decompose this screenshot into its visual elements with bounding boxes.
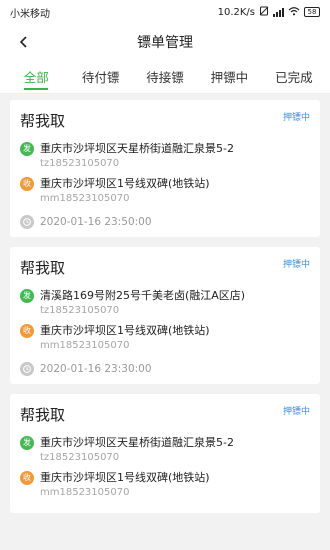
pickup-address: 重庆市沙坪坝区天星桥街道融汇泉景5-2 [40, 436, 234, 449]
chevron-left-icon [19, 36, 27, 48]
order-list: 帮我取 押镖中 发 重庆市沙坪坝区天星桥街道融汇泉景5-2 tz18523105… [0, 94, 330, 529]
delivery-location: 收 重庆市沙坪坝区1号线双碑(地铁站) mm18523105070 [20, 470, 310, 500]
carrier-name: 小米移动 [10, 8, 50, 20]
pickup-contact: tz18523105070 [40, 305, 120, 316]
clock-icon [20, 215, 34, 229]
wifi-icon [288, 6, 300, 19]
battery-icon: 58 [304, 7, 320, 17]
delivery-contact: mm18523105070 [40, 340, 130, 351]
tab-all[interactable]: 全部 [4, 60, 68, 93]
order-status-badge: 押镖中 [282, 113, 310, 123]
delivery-address: 重庆市沙坪坝区1号线双碑(地铁站) [40, 177, 210, 190]
pickup-address: 清溪路169号附25号千美老卤(融江A区店) [40, 289, 246, 302]
nav-bar: 镖单管理 [0, 24, 330, 60]
order-status-badge: 押镖中 [282, 260, 310, 270]
pickup-location: 发 清溪路169号附25号千美老卤(融江A区店) tz18523105070 [20, 288, 310, 318]
order-type: 帮我取 [20, 406, 66, 424]
order-type: 帮我取 [20, 259, 66, 277]
order-card[interactable]: 帮我取 押镖中 发 重庆市沙坪坝区天星桥街道融汇泉景5-2 tz18523105… [10, 394, 320, 513]
page-title: 镖单管理 [137, 35, 193, 51]
order-time: 2020-01-16 23:50:00 [40, 215, 152, 228]
order-card[interactable]: 帮我取 押镖中 发 清溪路169号附25号千美老卤(融江A区店) tz18523… [10, 247, 320, 384]
pickup-location: 发 重庆市沙坪坝区天星桥街道融汇泉景5-2 tz18523105070 [20, 141, 310, 171]
order-card[interactable]: 帮我取 押镖中 发 重庆市沙坪坝区天星桥街道融汇泉景5-2 tz18523105… [10, 100, 320, 237]
clock-icon [20, 362, 34, 376]
back-button[interactable] [10, 28, 38, 56]
order-type: 帮我取 [20, 112, 66, 130]
send-icon: 发 [20, 142, 34, 156]
pickup-contact: tz18523105070 [40, 158, 120, 169]
delivery-address: 重庆市沙坪坝区1号线双碑(地铁站) [40, 471, 210, 484]
order-time-row: 2020-01-16 23:50:00 [20, 214, 310, 229]
status-bar: 小米移动 10.2K/s 58 [0, 0, 330, 24]
delivery-location: 收 重庆市沙坪坝区1号线双碑(地铁站) mm18523105070 [20, 176, 310, 206]
delivery-location: 收 重庆市沙坪坝区1号线双碑(地铁站) mm18523105070 [20, 323, 310, 353]
network-speed: 10.2K/s [217, 6, 255, 18]
tab-pending-accept[interactable]: 待接镖 [133, 60, 197, 93]
delivery-contact: mm18523105070 [40, 487, 130, 498]
receive-icon: 收 [20, 471, 34, 485]
send-icon: 发 [20, 289, 34, 303]
receive-icon: 收 [20, 324, 34, 338]
pickup-contact: tz18523105070 [40, 452, 120, 463]
tab-in-delivery[interactable]: 押镖中 [197, 60, 261, 93]
status-indicators: 10.2K/s 58 [218, 6, 320, 19]
no-sim-icon [259, 6, 269, 19]
receive-icon: 收 [20, 177, 34, 191]
status-tabs: 全部 待付镖 待接镖 押镖中 已完成 [0, 60, 330, 94]
delivery-address: 重庆市沙坪坝区1号线双碑(地铁站) [40, 324, 210, 337]
pickup-address: 重庆市沙坪坝区天星桥街道融汇泉景5-2 [40, 142, 234, 155]
pickup-location: 发 重庆市沙坪坝区天星桥街道融汇泉景5-2 tz18523105070 [20, 435, 310, 465]
delivery-contact: mm18523105070 [40, 193, 130, 204]
order-status-badge: 押镖中 [282, 407, 310, 417]
signal-icon [273, 7, 284, 17]
order-time: 2020-01-16 23:30:00 [40, 362, 152, 375]
tab-completed[interactable]: 已完成 [262, 60, 326, 93]
tab-pending-payment[interactable]: 待付镖 [68, 60, 132, 93]
order-time-row: 2020-01-16 23:30:00 [20, 361, 310, 376]
send-icon: 发 [20, 436, 34, 450]
